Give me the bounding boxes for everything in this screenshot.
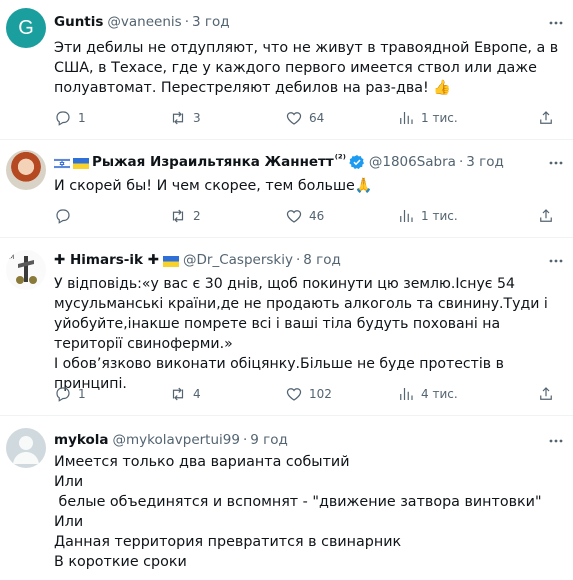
views-button[interactable]: 4 тис. <box>397 384 458 404</box>
reply-count: 1 <box>78 111 86 125</box>
share-icon <box>540 387 552 400</box>
action-bar: 2 46 1 тис. <box>54 206 561 226</box>
share-button[interactable] <box>537 108 555 128</box>
avatar[interactable] <box>6 428 46 468</box>
retweet-icon <box>172 387 184 401</box>
separator-dot: · <box>458 154 464 170</box>
share-button[interactable] <box>537 206 555 226</box>
tweet-text: Имеется только два варианта событий Или … <box>54 454 542 570</box>
tweet-text: Эти дебилы не отдупляют, что не живут в … <box>54 40 563 96</box>
retweet-button[interactable]: 3 <box>169 108 201 128</box>
like-count: 46 <box>309 209 325 223</box>
tweet-text: У відповідь:«у вас є 30 днів, щоб покину… <box>54 276 548 392</box>
more-icon[interactable] <box>547 154 565 172</box>
israel-flag-icon <box>53 157 71 169</box>
retweet-count: 2 <box>193 209 201 223</box>
views-count: 1 тис. <box>421 111 458 125</box>
tweet-header: Рыжая Израильтянка Жаннетт ⁽²⁾ @1806Sabr… <box>53 151 565 172</box>
tweet[interactable]: mykola @mykolavpertui99 · 9 год Имеется … <box>0 416 573 580</box>
author-name[interactable]: ✚ Himars-ik ✚ <box>54 252 159 268</box>
avatar[interactable] <box>6 150 46 190</box>
separator-dot: · <box>295 252 301 268</box>
views-button[interactable]: 1 тис. <box>397 108 458 128</box>
views-icon <box>400 210 413 222</box>
tweet[interactable]: M ✚ Himars-ik ✚ @Dr_Casperskiy · 8 год У… <box>0 238 573 416</box>
like-icon <box>286 112 302 125</box>
reply-icon <box>56 111 70 126</box>
author-name[interactable]: Рыжая Израильтянка Жаннетт <box>92 154 334 170</box>
author-handle[interactable]: @1806Sabra <box>369 154 456 170</box>
more-icon[interactable] <box>547 252 565 270</box>
author-name[interactable]: Guntis <box>54 14 103 30</box>
reply-count: 1 <box>78 387 86 401</box>
tweet-text: И скорей бы! И чем скорее, тем больше🙏 <box>54 178 373 194</box>
tweet-header: Guntis @vaneenis · 3 год <box>54 12 565 32</box>
retweet-button[interactable]: 4 <box>169 384 201 404</box>
tweet-header: ✚ Himars-ik ✚ @Dr_Casperskiy · 8 год <box>54 250 565 270</box>
name-suffix: ⁽²⁾ <box>334 151 346 165</box>
timestamp[interactable]: 3 год <box>192 14 230 30</box>
retweet-icon <box>172 111 184 125</box>
ukraine-flag-icon <box>73 157 89 169</box>
tweet[interactable]: G Guntis @vaneenis · 3 год Эти дебилы не… <box>0 0 573 140</box>
svg-text:M: M <box>9 254 14 261</box>
reply-button[interactable]: 1 <box>54 108 86 128</box>
more-icon[interactable] <box>547 432 565 450</box>
verified-icon <box>349 155 364 169</box>
timestamp[interactable]: 3 год <box>466 154 504 170</box>
action-bar: 1 3 64 1 тис. <box>54 108 561 128</box>
share-icon <box>540 111 552 124</box>
ukraine-flag-icon <box>163 255 180 267</box>
like-count: 64 <box>309 111 325 125</box>
like-count: 102 <box>309 387 332 401</box>
share-button[interactable] <box>537 384 555 404</box>
like-button[interactable]: 46 <box>285 206 324 226</box>
more-icon[interactable] <box>547 14 565 32</box>
like-icon <box>286 210 302 223</box>
action-bar: 1 4 102 4 тис. <box>54 384 561 404</box>
timestamp[interactable]: 9 год <box>250 432 288 448</box>
tweet[interactable]: Рыжая Израильтянка Жаннетт ⁽²⁾ @1806Sabr… <box>0 140 573 238</box>
retweet-count: 3 <box>193 111 201 125</box>
like-button[interactable]: 102 <box>285 384 332 404</box>
reply-icon <box>56 387 70 402</box>
share-icon <box>540 209 552 222</box>
separator-dot: · <box>184 14 189 30</box>
views-count: 4 тис. <box>421 387 458 401</box>
like-button[interactable]: 64 <box>285 108 324 128</box>
reply-button[interactable]: 1 <box>54 384 86 404</box>
tweet-header: mykola @mykolavpertui99 · 9 год <box>54 430 565 450</box>
views-button[interactable]: 1 тис. <box>397 206 458 226</box>
separator-dot: · <box>242 432 248 448</box>
like-icon <box>286 388 302 401</box>
views-count: 1 тис. <box>421 209 458 223</box>
retweet-count: 4 <box>193 387 201 401</box>
avatar[interactable]: G <box>6 8 46 48</box>
timestamp[interactable]: 8 год <box>303 252 341 268</box>
views-icon <box>400 112 413 124</box>
reply-button[interactable] <box>54 206 78 226</box>
default-avatar-icon <box>13 436 39 464</box>
avatar[interactable]: M <box>6 250 46 290</box>
author-handle[interactable]: @Dr_Casperskiy <box>183 252 293 268</box>
views-icon <box>400 388 413 400</box>
author-name[interactable]: mykola <box>54 432 109 448</box>
author-handle[interactable]: @mykolavpertui99 <box>113 432 240 448</box>
reply-icon <box>56 209 70 224</box>
author-handle[interactable]: @vaneenis <box>107 14 181 30</box>
retweet-icon <box>172 209 184 223</box>
avatar-letter: G <box>18 16 34 39</box>
retweet-button[interactable]: 2 <box>169 206 201 226</box>
